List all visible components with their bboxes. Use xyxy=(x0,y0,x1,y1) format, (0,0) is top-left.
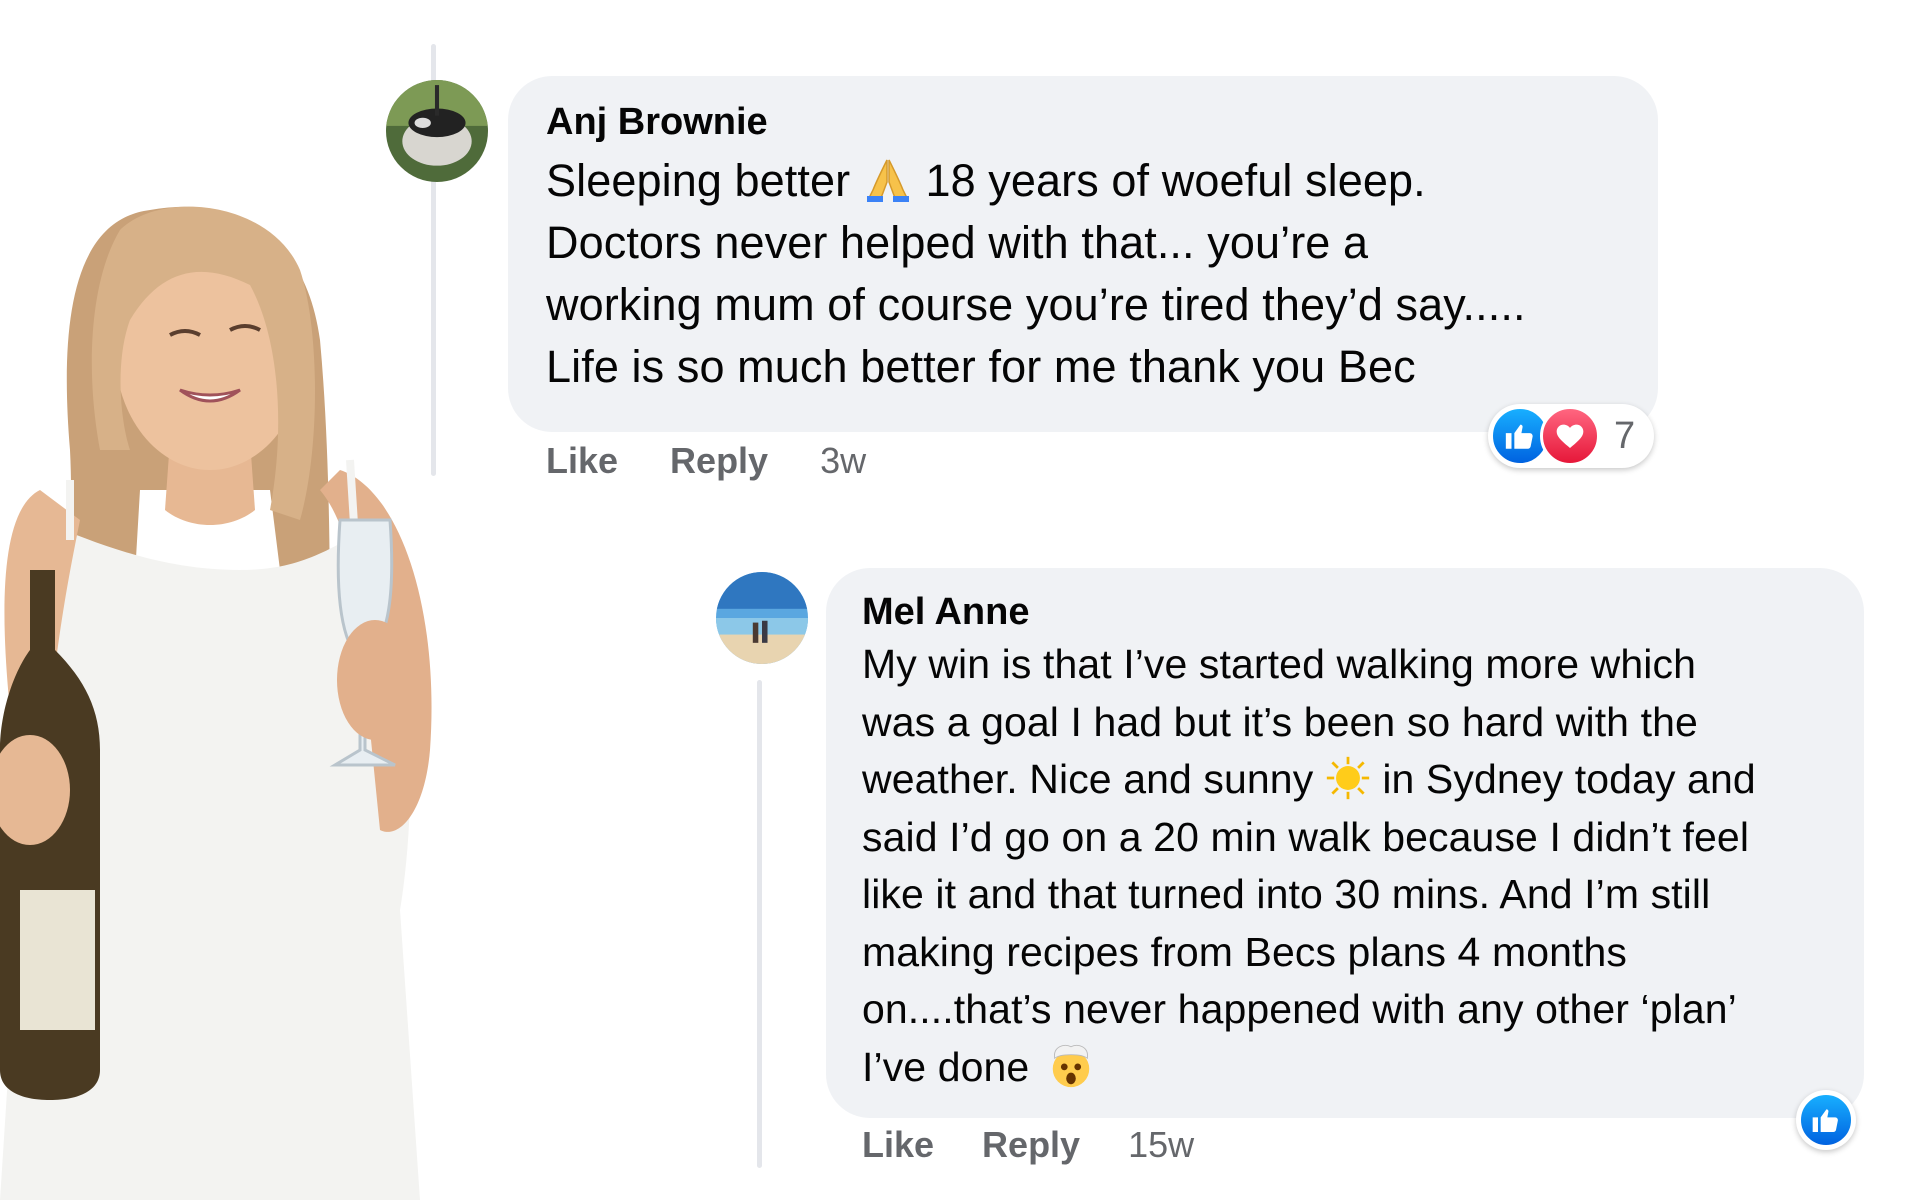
like-button[interactable]: Like xyxy=(546,440,618,482)
timestamp[interactable]: 3w xyxy=(820,440,866,482)
comment-author[interactable]: Mel Anne xyxy=(862,590,1838,634)
love-reaction-icon xyxy=(1540,406,1600,466)
comment-text: Sleeping better 18 years of woeful sleep… xyxy=(546,155,1526,392)
folded-hands-icon xyxy=(866,159,909,202)
reply-button[interactable]: Reply xyxy=(982,1124,1080,1166)
avatar-image xyxy=(716,572,808,664)
timestamp[interactable]: 15w xyxy=(1128,1124,1194,1166)
avatar[interactable] xyxy=(386,80,488,182)
comment-actions: Like Reply 15w xyxy=(862,1124,1194,1166)
avatar-image xyxy=(386,80,488,182)
reaction-count: 7 xyxy=(1614,414,1636,457)
thread-line xyxy=(757,680,762,1168)
like-reaction-icon xyxy=(1798,1092,1854,1148)
comment-bubble: Anj Brownie Sleeping better 18 years of … xyxy=(508,76,1658,432)
exploding-head-icon xyxy=(1052,1044,1090,1087)
reactions-summary[interactable]: 7 xyxy=(1488,404,1654,468)
comment-bubble: Mel Anne My win is that I’ve started wal… xyxy=(826,568,1864,1118)
reactions-summary[interactable] xyxy=(1796,1090,1856,1150)
avatar[interactable] xyxy=(716,572,808,664)
comment-actions: Like Reply 3w xyxy=(546,440,866,482)
like-button[interactable]: Like xyxy=(862,1124,934,1166)
comment-text: My win is that I’ve started walking more… xyxy=(862,641,1756,1090)
comment-author[interactable]: Anj Brownie xyxy=(546,100,1622,144)
reply-button[interactable]: Reply xyxy=(670,440,768,482)
woman-photo xyxy=(0,206,432,1200)
sun-icon xyxy=(1326,756,1369,800)
